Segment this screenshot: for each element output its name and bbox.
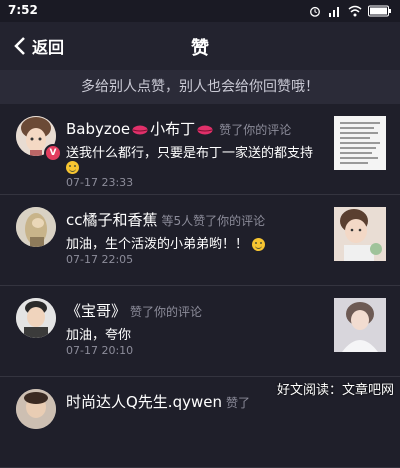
item-header: 时尚达人Q先生.qywen 赞了 [66, 391, 250, 412]
thumbnail-image [334, 298, 386, 352]
timestamp: 07-17 20:10 [66, 344, 134, 357]
list-item[interactable]: V Babyzoe 小布丁 赞了你的评论 送我什么都行，只要是布丁一家送的都支持 0… [0, 104, 400, 195]
action-text: 赞了你的评论 [130, 305, 203, 319]
item-header: Babyzoe 小布丁 赞了你的评论 [66, 118, 291, 139]
thumbnail[interactable] [334, 116, 386, 170]
username[interactable]: 时尚达人Q先生.qywen [66, 393, 222, 411]
hint-banner: 多给别人点赞，别人也会给你回赞哦！ [0, 70, 400, 105]
top-bar: 返回 赞 [0, 22, 400, 70]
wifi-icon [348, 5, 362, 17]
battery-icon [368, 5, 391, 17]
status-icons [308, 3, 392, 19]
action-text: 赞了你的评论 [219, 123, 292, 137]
avatar-image [16, 389, 56, 429]
alarm-icon [310, 6, 320, 17]
avatar-image [16, 298, 56, 338]
timestamp: 07-17 22:05 [66, 253, 134, 266]
item-header: cc橘子和香蕉 等5人赞了你的评论 [66, 209, 265, 230]
thumbnail[interactable] [334, 207, 386, 261]
lips-emoji-icon [197, 125, 213, 134]
comment-text: 加油，生个活泼的小弟弟哟！！ [66, 233, 328, 252]
item-header: 《宝哥》 赞了你的评论 [66, 300, 202, 321]
comment-body: 加油，生个活泼的小弟弟哟！！ [66, 237, 249, 252]
page-title: 赞 [191, 38, 209, 59]
thumbnail[interactable] [334, 298, 386, 352]
signal-icon [329, 7, 339, 17]
avatar-image [16, 207, 56, 247]
watermark: 好文阅读：文章吧网 [276, 383, 394, 398]
status-bar: 7:52 [0, 0, 400, 22]
comment-text: 送我什么都行，只要是布丁一家送的都支持 [66, 146, 314, 161]
username[interactable]: Babyzoe [66, 120, 130, 138]
avatar[interactable] [16, 207, 56, 247]
status-time: 7:52 [8, 3, 38, 17]
username-suffix[interactable]: 小布丁 [150, 120, 195, 138]
username[interactable]: 《宝哥》 [66, 302, 126, 320]
list-item[interactable]: 《宝哥》 赞了你的评论 加油，夸你 07-17 20:10 [0, 286, 400, 377]
thumbnail-image [334, 116, 386, 170]
verified-badge: V [44, 144, 62, 162]
action-text: 赞了 [225, 396, 250, 410]
smile-emoji-icon [66, 161, 79, 174]
list-item[interactable]: cc橘子和香蕉 等5人赞了你的评论 加油，生个活泼的小弟弟哟！！ 07-17 22… [0, 195, 400, 286]
smile-emoji-icon [252, 238, 266, 251]
avatar[interactable] [16, 298, 56, 338]
timestamp: 07-17 23:33 [66, 176, 134, 189]
avatar[interactable] [16, 389, 56, 429]
username[interactable]: cc橘子和香蕉 [66, 211, 158, 229]
action-text: 等5人赞了你的评论 [161, 214, 266, 228]
thumbnail-image [334, 207, 386, 261]
comment-text: 加油，夸你 [66, 328, 132, 343]
lips-emoji-icon [132, 125, 148, 134]
smile-emoji-row [66, 160, 79, 175]
